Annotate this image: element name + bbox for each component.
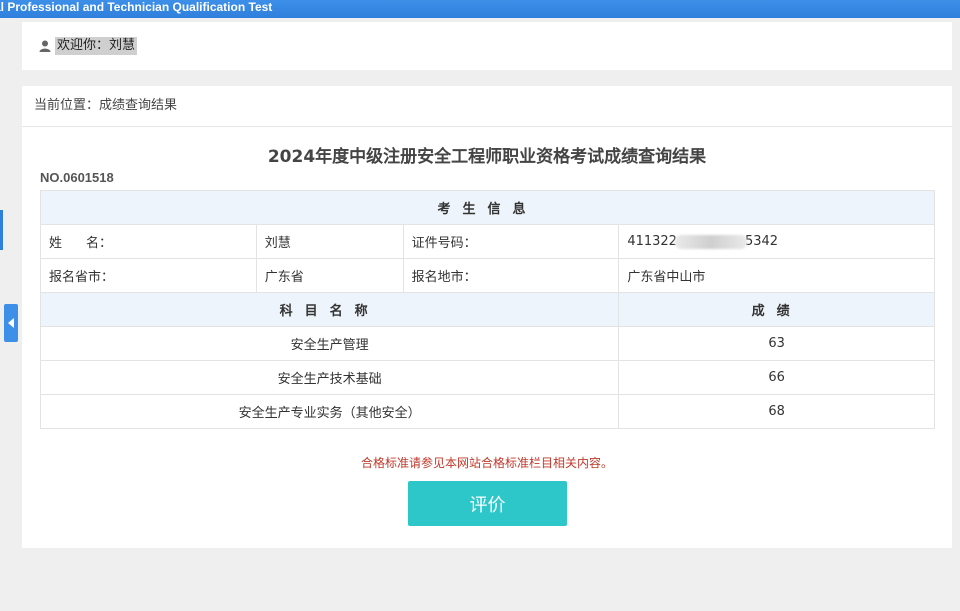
subject-name: 安全生产技术基础 bbox=[39, 360, 620, 395]
score-header: 成绩 bbox=[618, 292, 935, 327]
score-table: 考生信息 姓名： 刘慧 证件号码： 411322 5342 报名省市： 广东省 报… bbox=[39, 190, 935, 429]
table-row: 安全生产管理 63 bbox=[39, 326, 935, 361]
id-value: 411322 5342 bbox=[618, 224, 935, 259]
table-row: 姓名： 刘慧 证件号码： 411322 5342 bbox=[40, 224, 935, 259]
subject-header: 科目名称 bbox=[39, 292, 620, 327]
table-row: 科目名称 成绩 bbox=[39, 292, 935, 327]
result-panel: 当前位置：成绩查询结果 2024年度中级注册安全工程师职业资格考试成绩查询结果 … bbox=[22, 86, 952, 548]
table-row: 安全生产专业实务（其他安全） 68 bbox=[39, 394, 935, 429]
welcome-line: 欢迎你：刘慧 bbox=[39, 37, 138, 55]
redaction-blur bbox=[674, 234, 747, 249]
evaluate-button[interactable]: 评价 bbox=[408, 481, 567, 526]
subject-score: 66 bbox=[618, 360, 935, 395]
subject-score: 68 bbox=[618, 394, 935, 429]
subject-name: 安全生产管理 bbox=[39, 326, 620, 361]
table-row: 考生信息 bbox=[40, 190, 935, 225]
page-title: 2024年度中级注册安全工程师职业资格考试成绩查询结果 bbox=[267, 147, 707, 167]
subject-name: 安全生产专业实务（其他安全） bbox=[39, 394, 620, 429]
province-label: 报名省市： bbox=[40, 258, 257, 293]
breadcrumb: 当前位置：成绩查询结果 bbox=[22, 86, 952, 127]
user-icon bbox=[39, 40, 51, 52]
welcome-text: 欢迎你：刘慧 bbox=[55, 37, 138, 55]
subject-score: 63 bbox=[618, 326, 935, 361]
chevron-left-icon bbox=[7, 318, 14, 328]
name-value: 刘慧 bbox=[255, 224, 404, 259]
section-header: 考生信息 bbox=[40, 190, 935, 225]
city-label: 报名地市： bbox=[402, 258, 620, 293]
table-row: 报名省市： 广东省 报名地市： 广东省中山市 bbox=[40, 258, 935, 293]
province-value: 广东省 bbox=[255, 258, 404, 293]
name-label: 姓名： bbox=[40, 224, 257, 259]
top-banner: al Professional and Technician Qualifica… bbox=[0, 0, 960, 18]
id-label: 证件号码： bbox=[402, 224, 620, 259]
welcome-panel: 欢迎你：刘慧 bbox=[22, 22, 952, 70]
pass-standard-note: 合格标准请参见本网站合格标准栏目相关内容。 bbox=[360, 456, 613, 470]
serial-number: NO.0601518 bbox=[40, 170, 114, 185]
city-value: 广东省中山市 bbox=[618, 258, 935, 293]
side-tab-indicator bbox=[0, 210, 3, 250]
banner-title: al Professional and Technician Qualifica… bbox=[0, 0, 273, 14]
table-row: 安全生产技术基础 66 bbox=[39, 360, 935, 395]
collapse-sidebar-button[interactable] bbox=[4, 304, 18, 342]
